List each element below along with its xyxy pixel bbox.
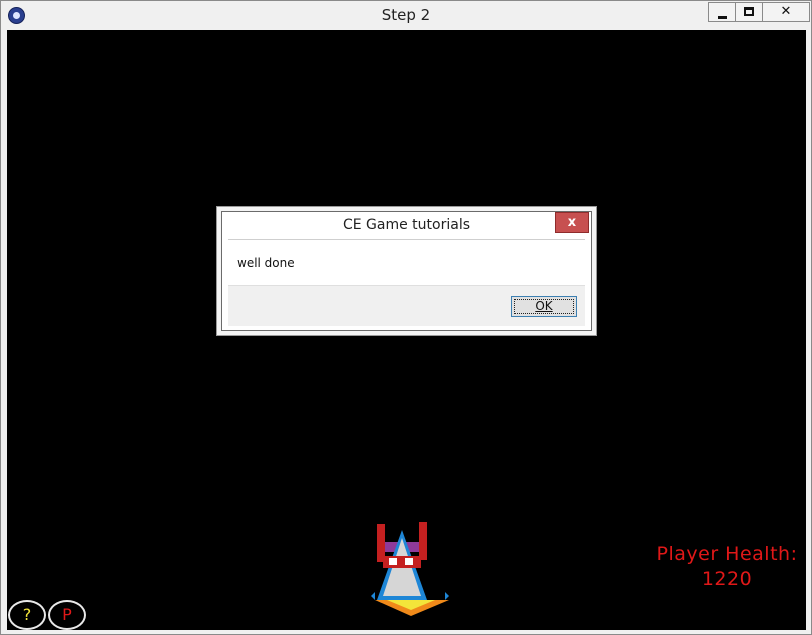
close-icon: x xyxy=(567,215,577,230)
game-window: Step 2 ✕ Player Health: 1220 ? P CE Game… xyxy=(0,0,812,635)
dialog-separator xyxy=(228,239,585,240)
ship-window-left xyxy=(389,558,397,565)
maximize-icon xyxy=(744,7,754,16)
message-dialog: CE Game tutorials x well done OK xyxy=(221,211,592,331)
spaceship-icon xyxy=(371,522,449,616)
player-health-label: Player Health: xyxy=(656,543,798,565)
player-health-value: 1220 xyxy=(701,568,753,590)
dialog-title: CE Game tutorials xyxy=(342,217,471,233)
minimize-button[interactable] xyxy=(708,2,736,22)
window-titlebar[interactable]: Step 2 ✕ xyxy=(1,1,811,30)
window-title: Step 2 xyxy=(381,6,431,24)
close-icon: ✕ xyxy=(780,4,792,19)
pause-button[interactable]: P xyxy=(48,600,86,630)
ship-wing-right xyxy=(445,592,449,600)
help-button[interactable]: ? xyxy=(8,600,46,630)
ok-button[interactable]: OK xyxy=(511,296,577,317)
ship-window-right xyxy=(405,558,413,565)
close-button[interactable]: ✕ xyxy=(762,2,810,22)
dialog-message: well done xyxy=(237,256,295,270)
ship-wing-left xyxy=(371,592,375,600)
minimize-icon xyxy=(717,16,727,19)
ship-right-cannon xyxy=(419,522,427,560)
ship-cockpit xyxy=(383,556,421,568)
dialog-titlebar[interactable]: CE Game tutorials x xyxy=(222,212,591,239)
maximize-button[interactable] xyxy=(735,2,763,22)
dialog-footer: OK xyxy=(228,285,585,326)
dialog-close-button[interactable]: x xyxy=(555,212,589,233)
